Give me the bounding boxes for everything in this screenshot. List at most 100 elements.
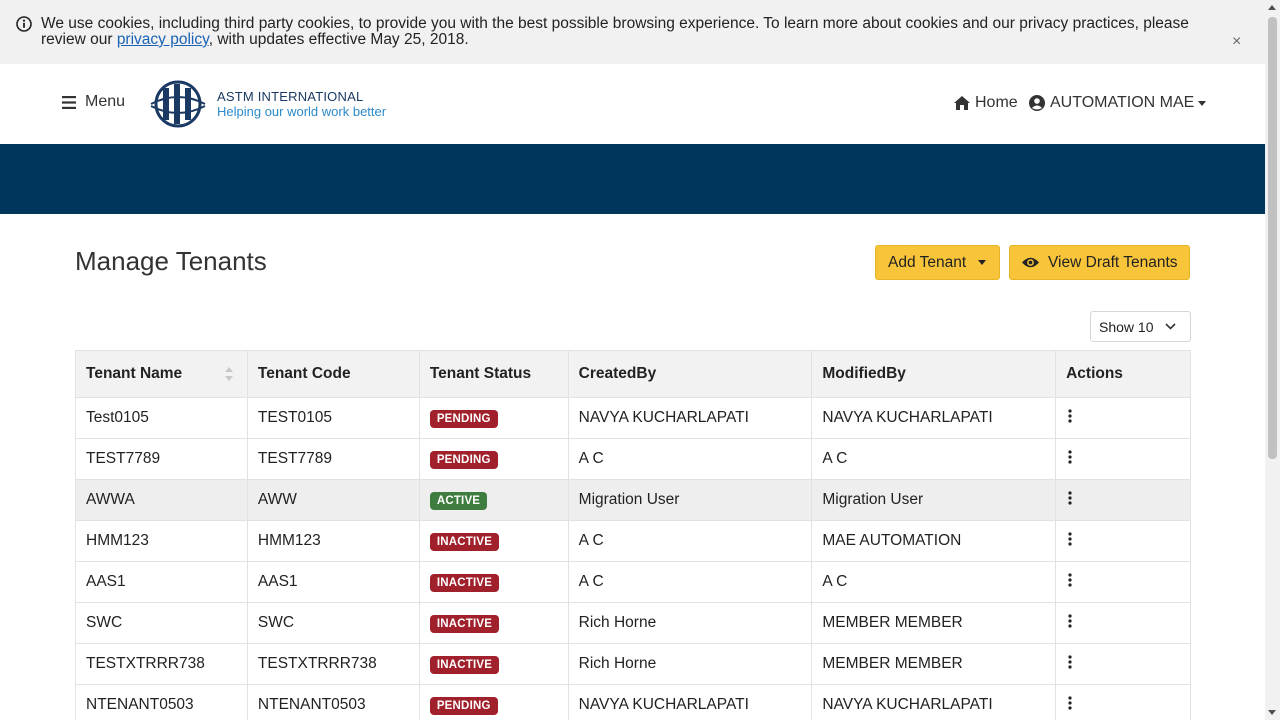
table-row: HMM123 HMM123 INACTIVE A C MAE AUTOMATION xyxy=(75,520,1191,562)
table-cell-status: INACTIVE xyxy=(418,561,569,603)
table-cell-actions xyxy=(1055,561,1191,603)
table-row: TESTXTRRR738 TESTXTRRR738 INACTIVE Rich Hor… xyxy=(75,643,1191,685)
astm-logo[interactable]: ASTM INTERNATIONAL Helping our world wor… xyxy=(147,80,386,128)
status-badge: INACTIVE xyxy=(429,532,500,551)
home-link[interactable]: Home xyxy=(953,94,1018,112)
column-header: Actions xyxy=(1055,350,1191,398)
status-badge: INACTIVE xyxy=(429,573,500,592)
kebab-menu-icon[interactable] xyxy=(1066,613,1074,628)
vertical-scrollbar[interactable] xyxy=(1265,0,1280,720)
table-cell-code: NTENANT0503 xyxy=(246,684,420,720)
column-header: Tenant Code xyxy=(246,350,420,398)
status-badge: PENDING xyxy=(429,450,498,469)
table-header-row: Tenant Name Tenant Code Tenant Status Creat… xyxy=(75,350,1191,398)
caret-down-icon xyxy=(978,260,987,265)
cookie-close-button[interactable]: × xyxy=(1232,34,1241,50)
table-cell-actions xyxy=(1055,602,1191,644)
add-tenant-button[interactable]: Add Tenant xyxy=(875,245,1000,280)
table-cell-status: PENDING xyxy=(418,438,569,480)
column-header-label: Tenant Status xyxy=(429,365,532,382)
eye-icon xyxy=(1022,257,1039,268)
table-cell-name: NTENANT0503 xyxy=(75,684,248,720)
table-row: AWWA AWW ACTIVE Migration User Migration Use… xyxy=(75,479,1191,521)
user-menu-dropdown[interactable]: AUTOMATION MAE xyxy=(1029,94,1207,112)
column-header: Tenant Status xyxy=(418,350,569,398)
column-header: ModifiedBy xyxy=(811,350,1057,398)
table-cell-modified: MEMBER MEMBER xyxy=(811,643,1057,685)
status-badge: INACTIVE xyxy=(429,655,500,674)
table-cell-created: A C xyxy=(567,520,813,562)
table-cell-modified: MEMBER MEMBER xyxy=(811,602,1057,644)
table-cell-name: SWC xyxy=(75,602,248,644)
menu-button[interactable]: Menu xyxy=(62,93,125,111)
table-row: NTENANT0503 NTENANT0503 PENDING NAVYA KUCHA… xyxy=(75,684,1191,720)
scroll-down-icon[interactable] xyxy=(1268,710,1276,715)
table-cell-status: INACTIVE xyxy=(418,520,569,562)
logo-text: ASTM INTERNATIONAL Helping our world wor… xyxy=(217,89,386,119)
home-label: Home xyxy=(975,94,1018,111)
table-cell-status: PENDING xyxy=(418,684,569,720)
astm-logo-icon xyxy=(150,80,206,128)
table-cell-status: ACTIVE xyxy=(418,479,569,521)
column-header: CreatedBy xyxy=(567,350,813,398)
table-cell-actions xyxy=(1055,438,1191,480)
table-cell-modified: Migration User xyxy=(811,479,1057,521)
table-cell-modified: NAVYA KUCHARLAPATI xyxy=(811,397,1057,439)
logo-tagline: Helping our world work better xyxy=(217,104,387,119)
column-header-label: Tenant Name xyxy=(86,365,183,382)
table-cell-name: AAS1 xyxy=(75,561,248,603)
scroll-up-icon[interactable] xyxy=(1268,5,1276,10)
column-header-label: CreatedBy xyxy=(578,365,657,382)
status-badge: PENDING xyxy=(429,409,498,428)
sort-icon[interactable] xyxy=(224,367,233,381)
cookie-banner: We use cookies, including third party co… xyxy=(0,0,1265,64)
table-cell-actions xyxy=(1055,397,1191,439)
tenants-table: Tenant Name Tenant Code Tenant Status Creat… xyxy=(75,350,1191,720)
column-header-label: Actions xyxy=(1066,365,1123,382)
kebab-menu-icon[interactable] xyxy=(1066,408,1074,423)
page-size-select[interactable]: Show 10 xyxy=(1090,311,1191,342)
table-cell-created: NAVYA KUCHARLAPATI xyxy=(567,684,813,720)
table-cell-code: TEST7789 xyxy=(246,438,420,480)
hero-banner xyxy=(0,144,1265,214)
table-cell-actions xyxy=(1055,684,1191,720)
add-tenant-label: Add Tenant xyxy=(888,253,967,271)
kebab-menu-icon[interactable] xyxy=(1066,572,1074,587)
table-row: AAS1 AAS1 INACTIVE A CA C xyxy=(75,561,1191,603)
table-cell-code: SWC xyxy=(246,602,420,644)
table-cell-modified: NAVYA KUCHARLAPATI xyxy=(811,684,1057,720)
chevron-down-icon xyxy=(1165,323,1176,330)
user-circle-icon xyxy=(1029,95,1045,111)
column-header[interactable]: Tenant Name xyxy=(75,350,248,398)
logo-org-name: ASTM INTERNATIONAL xyxy=(217,89,364,104)
table-cell-status: PENDING xyxy=(418,397,569,439)
privacy-policy-link[interactable]: privacy policy xyxy=(117,31,209,48)
page-title: Manage Tenants xyxy=(75,246,267,276)
kebab-menu-icon[interactable] xyxy=(1066,490,1074,505)
kebab-menu-icon[interactable] xyxy=(1066,695,1074,710)
table-row: TEST7789 TEST7789 PENDING A CA C xyxy=(75,438,1191,480)
view-draft-label: View Draft Tenants xyxy=(1048,253,1178,271)
page: We use cookies, including third party co… xyxy=(0,0,1280,720)
view-draft-tenants-button[interactable]: View Draft Tenants xyxy=(1009,245,1190,280)
table-cell-name: TEST7789 xyxy=(75,438,248,480)
site-header: Menu ASTM INTERNATIONAL Helping our worl… xyxy=(0,64,1265,144)
page-size-value: Show 10 xyxy=(1099,318,1154,335)
column-header-label: ModifiedBy xyxy=(822,365,906,382)
table-cell-actions xyxy=(1055,479,1191,521)
scrollbar-thumb[interactable] xyxy=(1268,17,1277,459)
kebab-menu-icon[interactable] xyxy=(1066,654,1074,669)
table-cell-actions xyxy=(1055,643,1191,685)
table-cell-created: A C xyxy=(567,438,813,480)
table-cell-status: INACTIVE xyxy=(418,602,569,644)
table-cell-name: HMM123 xyxy=(75,520,248,562)
table-cell-created: Rich Horne xyxy=(567,643,813,685)
table-row: Test0105 TEST0105 PENDING NAVYA KUCHARLAPAT… xyxy=(75,397,1191,439)
home-icon xyxy=(954,96,970,110)
table-cell-code: HMM123 xyxy=(246,520,420,562)
hamburger-icon xyxy=(62,95,76,109)
table-cell-code: TESTXTRRR738 xyxy=(246,643,420,685)
kebab-menu-icon[interactable] xyxy=(1066,531,1074,546)
table-cell-code: AWW xyxy=(246,479,420,521)
kebab-menu-icon[interactable] xyxy=(1066,449,1074,464)
